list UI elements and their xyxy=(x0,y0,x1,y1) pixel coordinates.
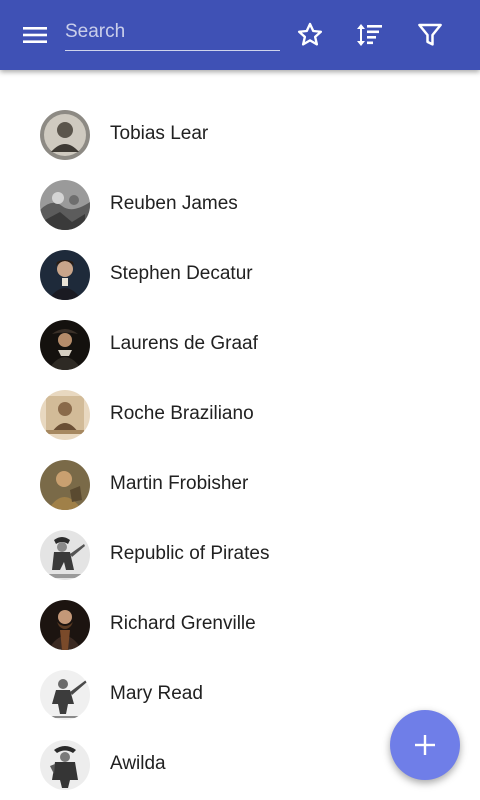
avatar xyxy=(40,670,90,720)
item-name: Mary Read xyxy=(110,683,203,704)
item-name: Roche Braziliano xyxy=(110,403,254,424)
list-item[interactable]: Laurens de Graaf xyxy=(0,310,480,380)
filter-icon[interactable] xyxy=(415,20,445,50)
item-name: Republic of Pirates xyxy=(110,543,270,564)
avatar xyxy=(40,180,90,230)
list-item[interactable]: Tobias Lear xyxy=(0,100,480,170)
sort-icon[interactable] xyxy=(355,20,385,50)
list-item[interactable]: Martin Frobisher xyxy=(0,450,480,520)
item-name: Reuben James xyxy=(110,193,238,214)
add-button[interactable] xyxy=(390,710,460,780)
item-name: Martin Frobisher xyxy=(110,473,249,494)
avatar xyxy=(40,390,90,440)
menu-icon[interactable] xyxy=(20,22,50,48)
avatar xyxy=(40,460,90,510)
item-name: Awilda xyxy=(110,753,166,774)
list-item[interactable]: Republic of Pirates xyxy=(0,520,480,590)
person-list: Tobias Lear Reuben James Stephen Decatur… xyxy=(0,100,480,800)
item-name: Stephen Decatur xyxy=(110,263,253,284)
list-item[interactable]: Richard Grenville xyxy=(0,590,480,660)
search-field xyxy=(65,14,280,51)
avatar xyxy=(40,250,90,300)
list-item[interactable]: Roche Braziliano xyxy=(0,380,480,450)
item-name: Tobias Lear xyxy=(110,123,209,144)
app-bar xyxy=(0,0,480,70)
item-name: Richard Grenville xyxy=(110,613,256,634)
avatar xyxy=(40,320,90,370)
avatar xyxy=(40,110,90,160)
avatar xyxy=(40,740,90,790)
avatar xyxy=(40,600,90,650)
search-input[interactable] xyxy=(65,14,280,50)
plus-icon xyxy=(415,735,435,755)
avatar xyxy=(40,530,90,580)
list-item[interactable]: Reuben James xyxy=(0,170,480,240)
list-item[interactable]: Stephen Decatur xyxy=(0,240,480,310)
star-outline-icon[interactable] xyxy=(295,20,325,50)
item-name: Laurens de Graaf xyxy=(110,333,258,354)
